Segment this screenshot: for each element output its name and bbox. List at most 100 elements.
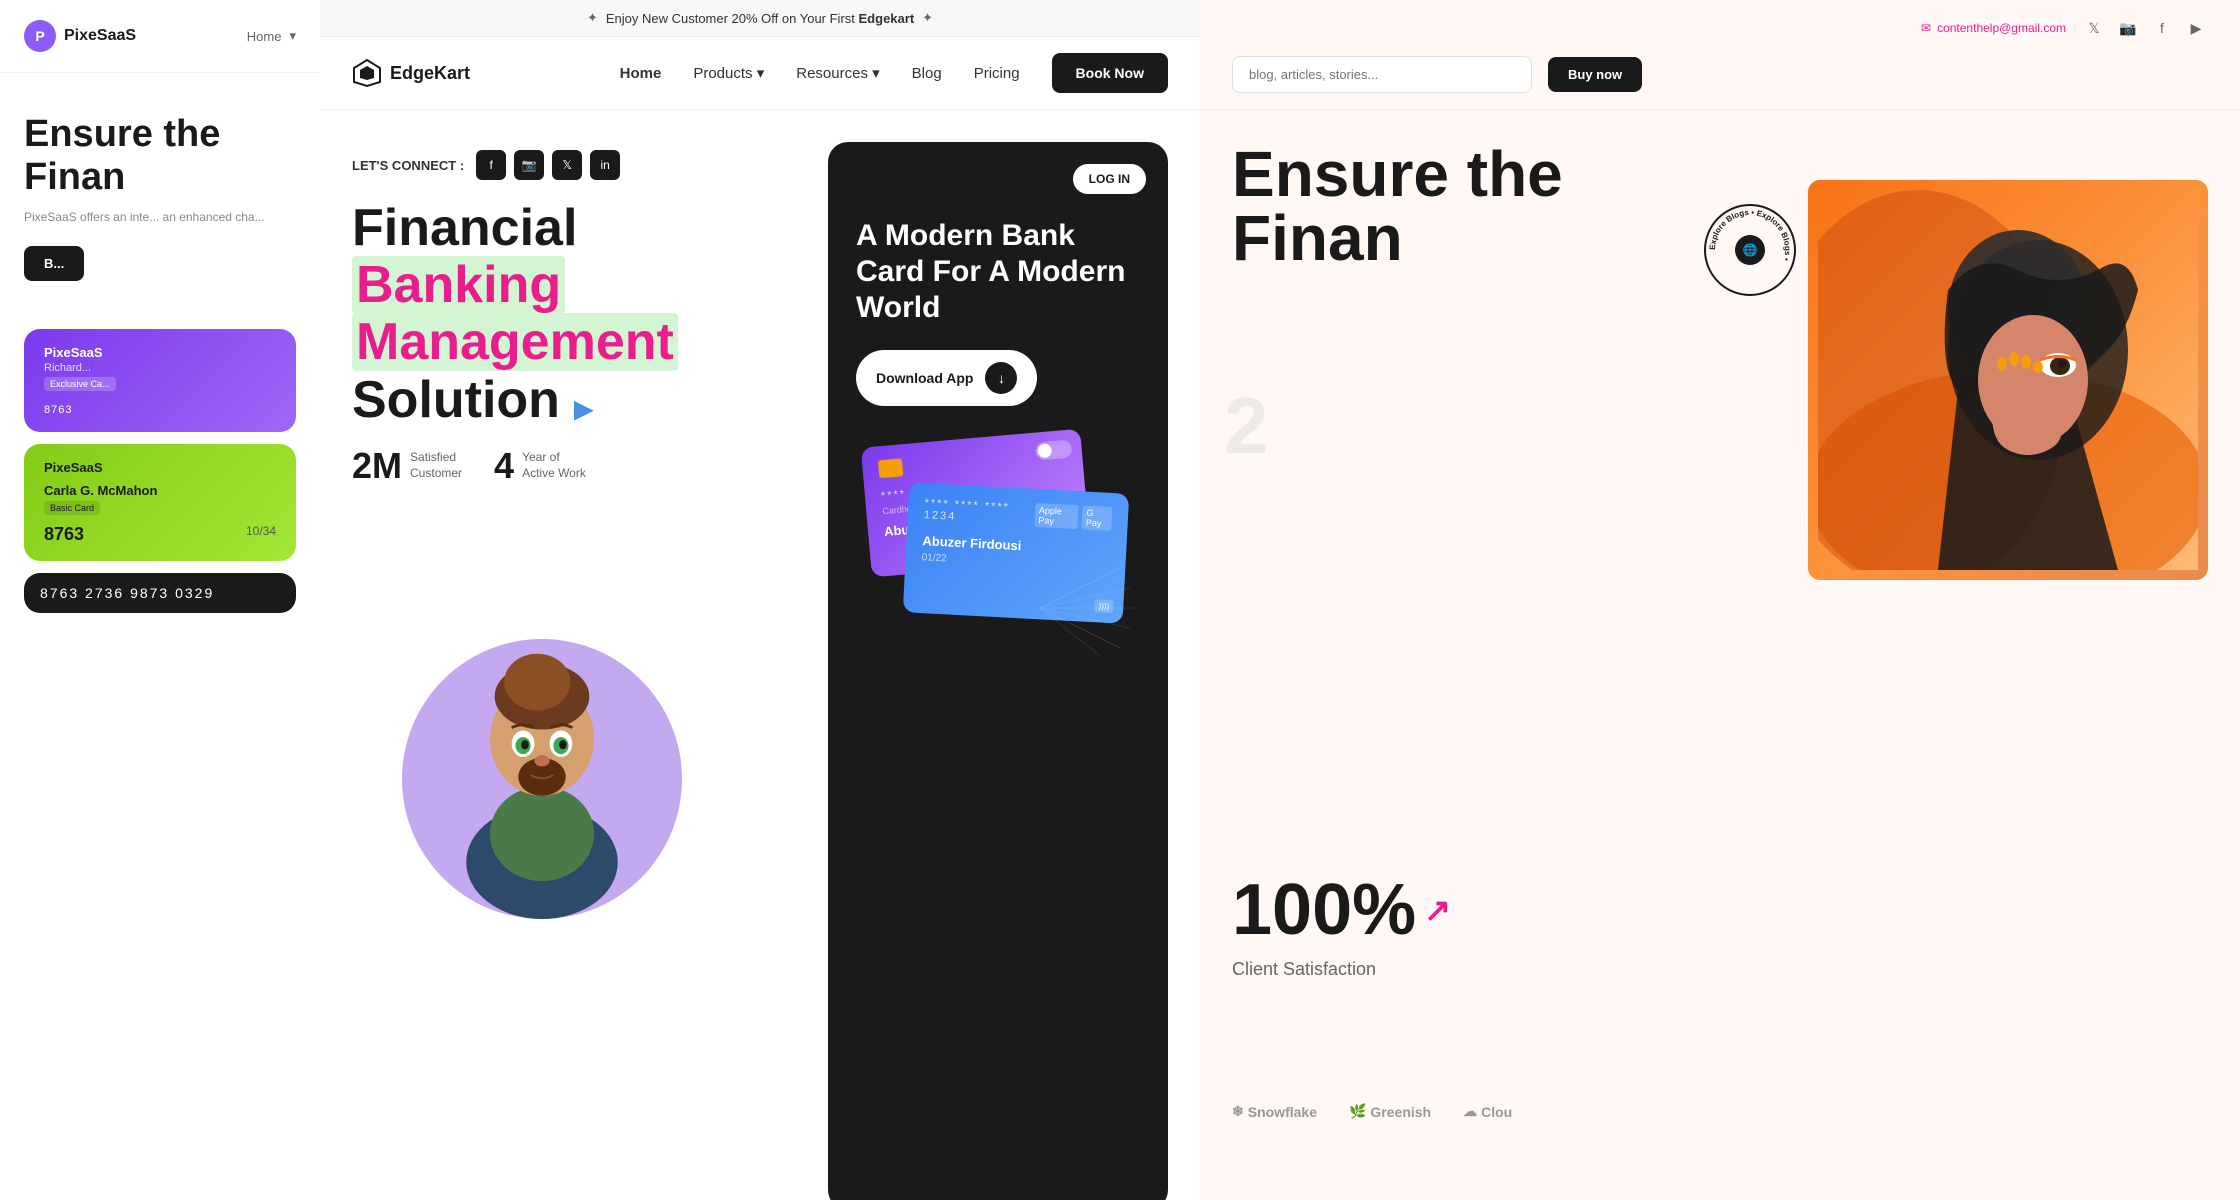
bank-card-number-2: **** **** **** 1234 (924, 497, 1036, 527)
stats-section: 100% ↗ Client Satisfaction (1232, 869, 1451, 980)
nav-products[interactable]: Products ▾ (693, 64, 764, 82)
toggle-switch[interactable] (1035, 439, 1072, 460)
partner-clou: ☁ Clou (1463, 1103, 1512, 1120)
hero-stats: 2M Satisfied Customer 4 Year of Active W… (352, 445, 804, 487)
stat-years: 4 Year of Active Work (494, 445, 586, 487)
hero-character-area (352, 519, 732, 919)
explore-blogs-circle[interactable]: Explore Blogs • Explore Blogs • 🌐 (1700, 200, 1800, 305)
instagram-right-icon[interactable]: 📷 (2116, 16, 2140, 40)
green-card: PixeSaaS Carla G. McMahon Basic Card 876… (24, 444, 296, 561)
left-hero-description: PixeSaaS offers an inte... an enhanced c… (24, 209, 296, 226)
google-pay-icon: G Pay (1082, 505, 1113, 531)
stat-satisfied: 2M Satisfied Customer (352, 445, 462, 487)
pixesaas-logo-text: PixeSaaS (64, 27, 136, 45)
twitter-right-icon[interactable]: 𝕏 (2082, 16, 2106, 40)
book-now-button[interactable]: Book Now (1052, 53, 1168, 93)
facebook-icon[interactable]: f (476, 150, 506, 180)
left-cta-button[interactable]: B... (24, 246, 84, 281)
main-nav-links: Home Products ▾ Resources ▾ Blog Pricing (620, 64, 1020, 82)
lets-connect-row: LET'S CONNECT : f 📷 𝕏 in (352, 150, 804, 180)
stat-label-years: Year of Active Work (522, 450, 586, 481)
edgekart-logo-text: EdgeKart (390, 63, 470, 84)
card-tag: Exclusive Ca... (44, 377, 116, 391)
youtube-right-icon[interactable]: ▶ (2184, 16, 2208, 40)
left-hero-title2: Finan (24, 156, 296, 199)
card-holder-name: Richard... (44, 362, 276, 374)
right-panel: ✉ contenthelp@gmail.com 𝕏 📷 f ▶ Buy now … (1200, 0, 2240, 1200)
login-button[interactable]: LOG IN (1071, 162, 1148, 196)
facebook-right-icon[interactable]: f (2150, 16, 2174, 40)
dark-card: 8763 2736 9873 0329 (24, 573, 296, 613)
apple-pay-icon: Apple Pay (1034, 503, 1079, 529)
lets-connect-label: LET'S CONNECT : (352, 158, 464, 173)
client-satisfaction-label: Client Satisfaction (1232, 959, 1451, 980)
character-svg (412, 559, 672, 919)
nav-blog[interactable]: Blog (912, 65, 942, 82)
pixesaas-logo[interactable]: P PixeSaaS (24, 20, 136, 52)
left-nav-chevron: ▾ (289, 28, 296, 44)
email-icon: ✉ (1921, 21, 1931, 35)
hero-dark-card: LOG IN A Modern Bank Card For A Modern W… (828, 142, 1168, 1200)
greenish-icon: 🌿 (1349, 1103, 1366, 1120)
green-card-brand: PixeSaaS (44, 460, 276, 475)
nav-home[interactable]: Home (620, 65, 662, 82)
left-nav-home[interactable]: Home (247, 29, 282, 44)
satisfaction-percent: 100% ↗ (1232, 869, 1451, 951)
illustration-image (1808, 180, 2208, 580)
download-icon: ↓ (985, 362, 1017, 394)
left-hero-title: Ensure the (24, 113, 296, 156)
left-panel: P PixeSaaS Home ▾ Ensure the Finan PixeS… (0, 0, 320, 1200)
title-financial: Financial (352, 199, 577, 257)
left-cards-section: PixeSaaS Richard... Exclusive Ca... 8763… (0, 301, 320, 633)
stat-label-satisfied: Satisfied Customer (410, 450, 462, 481)
green-card-tag: Basic Card (44, 501, 100, 515)
left-header: P PixeSaaS Home ▾ (0, 0, 320, 73)
green-card-number: 8763 (44, 524, 84, 545)
sparkle-left-icon: ✦ (587, 10, 598, 26)
sparkle-right-icon: ✦ (922, 10, 933, 26)
nav-pricing[interactable]: Pricing (974, 65, 1020, 82)
partner-snowflake: ❄ Snowflake (1232, 1103, 1317, 1120)
edgekart-logo[interactable]: EdgeKart (352, 58, 470, 88)
left-hero: Ensure the Finan PixeSaaS offers an inte… (0, 73, 320, 301)
right-panel-header: ✉ contenthelp@gmail.com 𝕏 📷 f ▶ (1200, 0, 2240, 56)
dark-card-number: 8763 2736 9873 0329 (40, 585, 280, 601)
title-banking: Banking (352, 256, 565, 314)
download-app-label: Download App (876, 370, 973, 386)
modern-card-title: A Modern Bank Card For A Modern World (856, 218, 1140, 326)
woman-illustration (1818, 190, 2198, 570)
download-app-button[interactable]: Download App ↓ (856, 350, 1037, 406)
left-nav: Home ▾ (247, 28, 296, 44)
linkedin-icon[interactable]: in (590, 150, 620, 180)
main-panel: ✦ Enjoy New Customer 20% Off on Your Fir… (320, 0, 1200, 1200)
stat-number-2m: 2M (352, 445, 402, 487)
instagram-icon[interactable]: 📷 (514, 150, 544, 180)
bank-cards-visual: **** **** **** Cardholder Name Abuzer Fi… (856, 438, 1140, 658)
card-brand: PixeSaaS (44, 345, 276, 360)
green-card-date: 10/34 (246, 524, 276, 545)
right-search-area: Buy now (1200, 56, 2240, 110)
right-illustration (1808, 180, 2208, 580)
stat-number-4: 4 (494, 445, 514, 487)
social-icons-row: f 📷 𝕏 in (476, 150, 620, 180)
buy-now-button[interactable]: Buy now (1548, 57, 1642, 92)
twitter-icon[interactable]: 𝕏 (552, 150, 582, 180)
email-text[interactable]: contenthelp@gmail.com (1937, 21, 2066, 35)
cursor-arrow-icon: ▶ (574, 396, 592, 423)
cloud-icon: ☁ (1463, 1103, 1477, 1120)
title-solution: Solution (352, 371, 560, 429)
globe-icon: 🌐 (1743, 243, 1758, 257)
hero-title-line2: Management Solution ▶ (352, 314, 804, 428)
partners-row: ❄ Snowflake 🌿 Greenish ☁ Clou (1232, 1103, 2208, 1120)
hero-section: LET'S CONNECT : f 📷 𝕏 in Financial Banki… (320, 110, 1200, 1200)
right-social-icons: 𝕏 📷 f ▶ (2082, 16, 2208, 40)
decorative-lines-svg (940, 558, 1140, 658)
right-search-input[interactable] (1232, 56, 1532, 93)
toggle-knob (1037, 443, 1052, 458)
nav-resources[interactable]: Resources ▾ (796, 64, 879, 82)
hero-title-line1: Financial Banking (352, 200, 804, 314)
hero-title: Financial Banking Management Solution ▶ (352, 200, 804, 429)
right-email: ✉ contenthelp@gmail.com (1921, 21, 2066, 35)
percent-arrow-icon: ↗ (1424, 891, 1451, 929)
hero-left-content: LET'S CONNECT : f 📷 𝕏 in Financial Banki… (352, 142, 804, 1200)
